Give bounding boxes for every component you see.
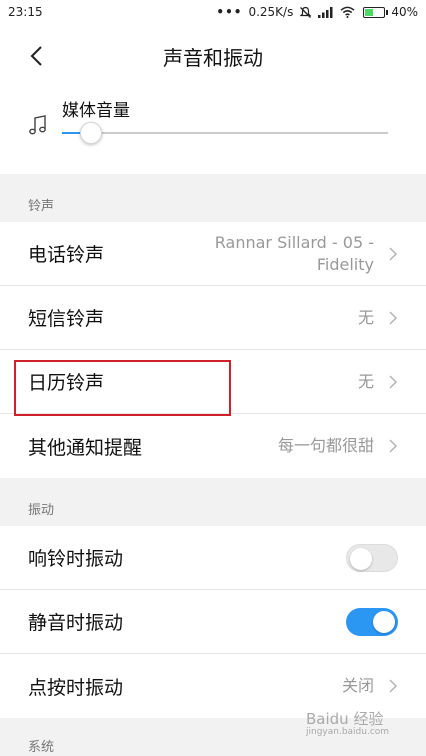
section-label-vibration: 振动	[28, 503, 55, 518]
vibration-card: 响铃时振动 静音时振动 点按时振动 关闭	[0, 526, 426, 718]
mute-icon	[299, 6, 312, 19]
row-value: 无	[357, 371, 374, 391]
media-volume-thumb[interactable]	[80, 122, 103, 144]
battery-level-fill	[365, 8, 374, 16]
row-label: 日历铃声	[28, 372, 105, 394]
status-bar: 23:15 ••• 0.25K/s 40%	[0, 0, 426, 24]
network-speed: 0.25K/s	[248, 5, 294, 19]
status-time: 23:15	[8, 5, 43, 19]
chevron-right-icon	[389, 374, 398, 389]
back-button[interactable]	[22, 42, 50, 70]
row-label: 电话铃声	[28, 244, 105, 266]
chevron-right-icon	[389, 439, 398, 453]
media-volume-card: 媒体音量	[0, 88, 426, 174]
row-label: 响铃时振动	[28, 548, 124, 570]
chevron-right-icon	[389, 246, 398, 261]
row-label: 点按时振动	[28, 676, 124, 699]
row-value: 每一句都很甜	[277, 436, 374, 455]
chevron-right-icon	[389, 679, 398, 693]
ringtone-item-phone[interactable]: 电话铃声 Rannar Sillard - 05 - Fidelity	[0, 222, 426, 286]
signal-icon	[318, 6, 334, 18]
media-volume-label: 媒体音量	[62, 101, 130, 121]
music-note-icon	[29, 115, 46, 135]
vibration-item-silent: 静音时振动	[0, 590, 426, 654]
ringtone-item-sms[interactable]: 短信铃声 无	[0, 286, 426, 350]
status-icons: ••• 0.25K/s 40%	[216, 5, 418, 19]
battery-icon	[361, 6, 389, 18]
row-value: Rannar Sillard - 05 - Fidelity	[214, 232, 374, 274]
row-label: 短信铃声	[28, 308, 105, 330]
ringtone-item-calendar[interactable]: 日历铃声 无	[0, 350, 426, 414]
vibrate-on-ring-toggle[interactable]	[346, 543, 398, 572]
ringtone-item-other-notifications[interactable]: 其他通知提醒 每一句都很甜	[0, 414, 426, 478]
chevron-left-icon	[30, 46, 42, 66]
toggle-knob	[373, 610, 395, 633]
row-label: 其他通知提醒	[28, 436, 143, 459]
section-label-ringtones: 铃声	[28, 199, 55, 214]
chevron-right-icon	[389, 310, 398, 325]
page-title: 声音和振动	[163, 45, 263, 70]
section-label-system: 系统	[28, 740, 55, 755]
watermark-subtext: jingyan.baidu.com	[306, 727, 390, 737]
vibrate-on-silent-toggle[interactable]	[346, 607, 398, 636]
media-volume-slider[interactable]	[62, 122, 388, 144]
row-value: 无	[357, 307, 374, 327]
wifi-icon	[340, 6, 355, 18]
toggle-knob	[350, 547, 372, 570]
header: 声音和振动	[0, 24, 426, 88]
vibration-item-ring: 响铃时振动	[0, 526, 426, 590]
more-dots-icon: •••	[216, 5, 243, 19]
baidu-watermark: Baidu 经验 jingyan.baidu.com	[306, 708, 389, 737]
ringtones-card: 电话铃声 Rannar Sillard - 05 - Fidelity 短信铃声…	[0, 222, 426, 478]
battery-percent: 40%	[391, 5, 418, 19]
watermark-text: Baidu 经验	[306, 710, 384, 728]
row-value: 关闭	[341, 676, 374, 695]
row-label: 静音时振动	[28, 612, 124, 634]
